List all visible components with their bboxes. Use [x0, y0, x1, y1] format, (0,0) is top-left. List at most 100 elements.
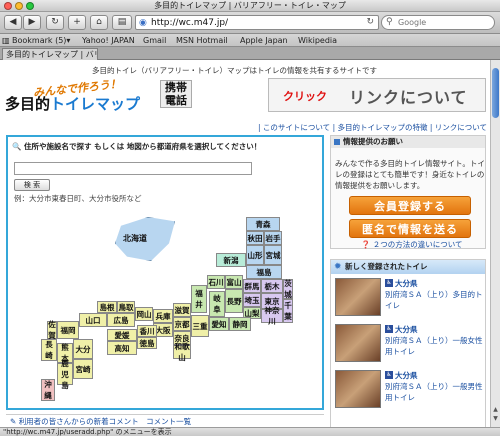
page-scrollbar[interactable]: ▲ ▼: [490, 60, 500, 427]
close-window-button[interactable]: [4, 2, 12, 10]
address-bar[interactable]: ◉ http://wc.m47.jp/ ↻: [135, 15, 379, 30]
pref-tile[interactable]: 大分: [73, 339, 93, 359]
pref-tile[interactable]: 新潟: [216, 253, 246, 267]
browser-toolbar: ◀ ▶ ↻ + ⌂ ▤ ◉ http://wc.m47.jp/ ↻ ⚲: [0, 12, 500, 34]
pref-tile[interactable]: 和歌山: [173, 342, 191, 362]
new-toilets-heading: ✹ 新しく登録されたトイレ: [331, 260, 485, 274]
pref-tile[interactable]: 岩手: [264, 231, 282, 245]
pref-tile[interactable]: 長崎: [41, 339, 57, 361]
toilet-icon: ♿: [385, 371, 393, 379]
back-button[interactable]: ◀: [4, 15, 22, 30]
pref-tile[interactable]: 秋田: [246, 231, 264, 245]
pref-tile[interactable]: 山形: [246, 245, 264, 265]
pref-tile[interactable]: 京都: [173, 317, 191, 331]
magnifier-icon: 🔍: [12, 142, 22, 151]
web-search-box[interactable]: ⚲: [381, 15, 495, 30]
site-logo[interactable]: 多目的トイレマップ: [5, 93, 140, 114]
pref-tile[interactable]: 栃木: [261, 279, 283, 293]
pref-tile[interactable]: 沖縄: [41, 379, 55, 401]
new-toilet-item[interactable]: ♿ 大分県 別府湾ＳＡ（上り）一般女性用トイレ: [333, 324, 485, 364]
pref-tile[interactable]: 高知: [107, 341, 137, 355]
scroll-up-arrow[interactable]: ▲: [492, 406, 499, 413]
pref-tile[interactable]: 青森: [246, 217, 280, 231]
pref-tile[interactable]: 徳島: [137, 337, 157, 349]
pref-tile[interactable]: 静岡: [229, 317, 251, 331]
pref-tile[interactable]: 富山: [225, 275, 243, 289]
reload-button[interactable]: ↻: [46, 15, 64, 30]
scrollbar-thumb[interactable]: [492, 68, 499, 118]
pref-tile[interactable]: 広島: [107, 313, 135, 327]
bookmark-item[interactable]: Wikipedia: [298, 34, 337, 47]
search-panel-title: 🔍 住所や施設名で探す もしくは 地図から都道府県を選択してください！: [12, 141, 261, 152]
pref-tile[interactable]: 福井: [191, 285, 207, 313]
pref-tile[interactable]: 千葉: [283, 299, 293, 323]
pref-tile[interactable]: 宮城: [264, 245, 282, 265]
scroll-down-arrow[interactable]: ▼: [492, 415, 499, 422]
new-comments-text: 利用者の皆さんからの新着コメント コメント一覧: [18, 417, 192, 426]
pref-tile[interactable]: 岡山: [135, 307, 153, 321]
bookmark-item[interactable]: Bookmark (5)▾: [12, 34, 70, 47]
window-titlebar: 多目的トイレマップ | バリアフリー・トイレ・マップ: [0, 0, 500, 12]
new-toilet-item[interactable]: ♿ 大分県 別府湾ＳＡ（上り）一般男性用トイレ: [333, 370, 485, 410]
web-search-input[interactable]: [398, 17, 490, 28]
bookmarks-view-button[interactable]: ▤: [112, 15, 132, 30]
pref-tile[interactable]: 愛媛: [107, 329, 137, 341]
minimize-window-button[interactable]: [15, 2, 23, 10]
toilet-photo[interactable]: [335, 324, 381, 362]
home-button[interactable]: ⌂: [90, 15, 108, 30]
pref-tile[interactable]: 神奈川: [261, 306, 283, 326]
pref-tile[interactable]: 長野: [225, 289, 243, 313]
link-banner[interactable]: クリック リンクについて: [268, 78, 486, 112]
pref-tile[interactable]: 山口: [79, 313, 107, 327]
pref-tile[interactable]: 愛知: [209, 317, 229, 331]
pref-tile[interactable]: 茨城: [283, 279, 293, 299]
pref-tile[interactable]: 鹿児島: [57, 359, 73, 390]
forward-button[interactable]: ▶: [23, 15, 41, 30]
toilet-photo[interactable]: [335, 278, 381, 316]
toilet-icon: ♿: [385, 279, 393, 287]
anonymous-submit-button[interactable]: 匿名で情報を送る: [349, 219, 471, 238]
window-controls: [4, 2, 34, 10]
pref-tile[interactable]: 岐阜: [209, 291, 225, 317]
bookmark-item[interactable]: MSN Hotmail: [176, 34, 228, 47]
address-url[interactable]: http://wc.m47.jp/: [151, 17, 228, 29]
mobile-site-link[interactable]: 携帯 電話: [160, 80, 192, 108]
search-button[interactable]: 検 索: [14, 179, 50, 191]
pref-tile[interactable]: 福島: [246, 265, 282, 279]
pref-tile[interactable]: 兵庫: [153, 309, 173, 323]
pref-tile[interactable]: 香川: [137, 325, 157, 337]
add-bookmark-button[interactable]: +: [68, 15, 86, 30]
toilet-name[interactable]: 別府湾ＳＡ（上り）一般男性用トイレ: [385, 381, 485, 403]
pref-tile[interactable]: 三重: [191, 315, 209, 337]
zoom-window-button[interactable]: [26, 2, 34, 10]
pref-tile[interactable]: 島根: [97, 301, 117, 313]
toilet-photo[interactable]: [335, 370, 381, 408]
logo-text-a: 多目的: [5, 95, 51, 113]
toilet-prefecture[interactable]: 大分県: [395, 370, 418, 381]
address-search-input[interactable]: [14, 162, 252, 175]
method-difference-link[interactable]: ❓ ２つの方法の違いについて: [361, 239, 463, 250]
refresh-icon[interactable]: ↻: [366, 17, 374, 27]
pref-tile[interactable]: 宮崎: [73, 359, 93, 379]
pref-tile[interactable]: 佐賀: [47, 320, 57, 340]
pref-tile[interactable]: 滋賀: [173, 303, 191, 317]
new-toilet-item[interactable]: ♿ 大分県 別府湾ＳＡ（上り）多目的トイレ: [333, 278, 485, 318]
toilet-name[interactable]: 別府湾ＳＡ（上り）一般女性用トイレ: [385, 335, 485, 357]
pref-tile[interactable]: 鳥取: [117, 301, 135, 313]
toilet-prefecture[interactable]: 大分県: [395, 278, 418, 289]
bookmark-reading-list-icon[interactable]: ▥: [2, 34, 10, 47]
top-nav-links[interactable]: | このサイトについて | 多目的トイレマップの特徴 | リンクについて |: [258, 122, 490, 133]
bookmark-item[interactable]: Yahoo! JAPAN: [82, 34, 135, 47]
pref-tile[interactable]: 石川: [207, 275, 225, 289]
pref-tile[interactable]: 福岡: [57, 321, 79, 339]
pref-tile[interactable]: 埼玉: [243, 293, 261, 307]
web-page: 多目的トイレ（バリアフリー・トイレ）マップはトイレの情報を共有するサイトです み…: [0, 60, 490, 427]
toilet-prefecture[interactable]: 大分県: [395, 324, 418, 335]
member-register-button[interactable]: 会員登録する: [349, 196, 471, 215]
tab-active[interactable]: 多目的トイレマップ | バリア...: [2, 48, 98, 60]
new-comments-bar[interactable]: ✎ 利用者の皆さんからの新着コメント コメント一覧: [6, 414, 324, 427]
bookmark-item[interactable]: Gmail: [143, 34, 166, 47]
pref-tile[interactable]: 群馬: [243, 279, 261, 293]
bookmark-item[interactable]: Apple Japan: [240, 34, 288, 47]
toilet-name[interactable]: 別府湾ＳＡ（上り）多目的トイレ: [385, 289, 485, 311]
